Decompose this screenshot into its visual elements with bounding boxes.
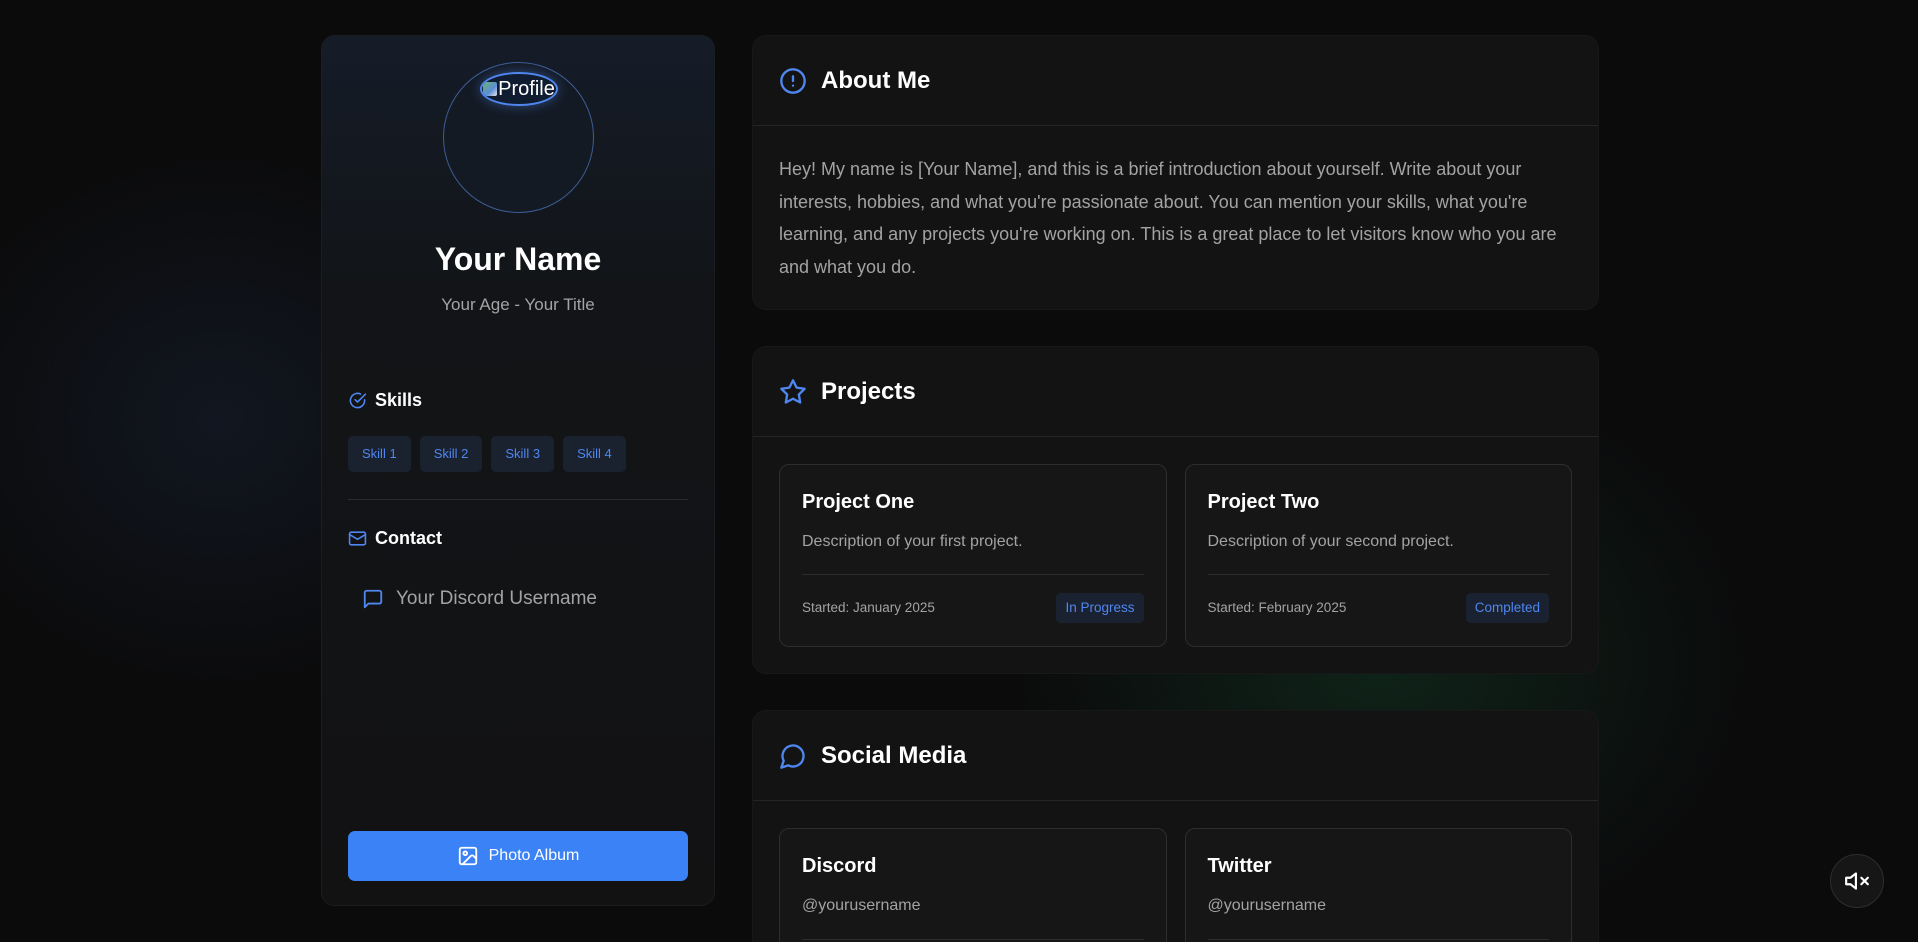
project-description: Description of your first project. — [802, 533, 1023, 550]
project-start-date: Started: January 2025 — [802, 600, 935, 615]
volume-mute-icon — [1844, 868, 1870, 894]
mail-icon — [348, 529, 367, 548]
skill-chip: Skill 4 — [563, 436, 626, 472]
status-badge: Completed — [1465, 593, 1549, 623]
project-cards: Project One Description of your first pr… — [753, 437, 1598, 647]
social-heading-label: Social Media — [821, 741, 967, 769]
skill-chip: Skill 1 — [348, 436, 411, 472]
photo-album-label: Photo Album — [488, 847, 580, 864]
social-heading: Social Media — [753, 711, 1598, 801]
photo-album-button[interactable]: Photo Album — [348, 831, 688, 881]
skill-chip: Skill 2 — [419, 436, 483, 472]
social-handle: @yourusername — [802, 897, 921, 914]
skill-chip: Skill 3 — [491, 436, 555, 472]
project-title: Project Two — [1207, 491, 1320, 513]
image-icon — [457, 845, 479, 867]
skills-heading-label: Skills — [375, 390, 423, 410]
projects-heading: Projects — [753, 347, 1598, 437]
social-card-twitter[interactable]: Twitter @yourusername — [1184, 828, 1572, 942]
skills-heading: Skills — [348, 390, 422, 411]
discord-contact[interactable]: Your Discord Username — [362, 588, 597, 610]
project-card[interactable]: Project One Description of your first pr… — [779, 464, 1167, 647]
social-handle: @yourusername — [1207, 897, 1327, 914]
about-text: Hey! My name is [Your Name], and this is… — [779, 159, 1557, 277]
info-circle-icon — [779, 67, 807, 95]
about-panel: About Me Hey! My name is [Your Name], an… — [752, 35, 1599, 310]
divider — [1207, 574, 1549, 575]
social-name: Discord — [802, 855, 877, 877]
project-description: Description of your second project. — [1207, 533, 1454, 550]
profile-subtitle: Your Age - Your Title — [441, 295, 595, 314]
message-square-icon — [362, 588, 384, 610]
avatar-alt-text: Profile — [498, 77, 555, 100]
avatar: Profile — [480, 72, 558, 106]
project-title: Project One — [802, 491, 915, 513]
star-icon — [779, 378, 807, 406]
social-name: Twitter — [1207, 855, 1272, 877]
chat-bubble-icon — [779, 742, 807, 770]
profile-card: Profile Your Name Your Age - Your Title … — [321, 35, 715, 906]
project-card[interactable]: Project Two Description of your second p… — [1184, 464, 1572, 647]
divider — [1207, 939, 1549, 940]
skills-list: Skill 1 Skill 2 Skill 3 Skill 4 — [348, 436, 626, 472]
divider — [802, 939, 1144, 940]
mute-toggle-button[interactable] — [1830, 854, 1884, 908]
projects-panel: Projects Project One Description of your… — [752, 346, 1599, 674]
divider — [802, 574, 1144, 575]
about-heading-label: About Me — [821, 66, 931, 94]
about-heading: About Me — [753, 36, 1598, 126]
broken-image-icon — [483, 82, 498, 96]
divider — [348, 499, 688, 500]
contact-heading-label: Contact — [375, 528, 442, 548]
project-start-date: Started: February 2025 — [1207, 600, 1347, 615]
profile-name: Your Name — [434, 241, 602, 277]
social-panel: Social Media Discord @yourusername Twitt… — [752, 710, 1599, 942]
contact-heading: Contact — [348, 528, 442, 549]
discord-username: Your Discord Username — [396, 588, 597, 609]
check-circle-icon — [348, 391, 367, 410]
projects-heading-label: Projects — [821, 377, 916, 405]
social-cards: Discord @yourusername Twitter @yourusern… — [753, 801, 1598, 942]
status-badge: In Progress — [1056, 593, 1144, 623]
social-card-discord[interactable]: Discord @yourusername — [779, 828, 1167, 942]
